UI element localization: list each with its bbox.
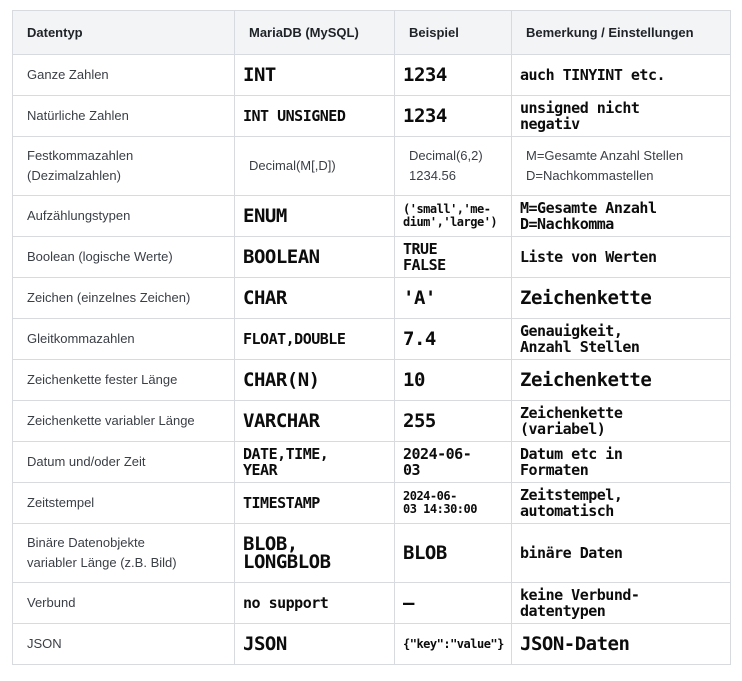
cell-mariadb: CHAR [234,277,395,319]
cell-mariadb: BLOB, LONGBLOB [234,523,395,583]
cell-bemerkung: Datum etc in Formaten [511,441,731,483]
cell-mariadb: DATE,TIME, YEAR [234,441,395,483]
cell-mariadb: JSON [234,623,395,665]
table-row: Festkommazahlen (Dezimalzahlen) Decimal(… [12,136,731,196]
cell-datentyp: Zeichenkette fester Länge [12,359,235,401]
cell-bemerkung: Genauigkeit, Anzahl Stellen [511,318,731,360]
table-row: Zeichenkette variabler Länge VARCHAR 255… [12,400,731,442]
cell-mariadb: BOOLEAN [234,236,395,278]
cell-mariadb: INT UNSIGNED [234,95,395,137]
cell-bemerkung: Zeichenkette [511,359,731,401]
cell-beispiel: 'A' [394,277,512,319]
cell-bemerkung: JSON-Daten [511,623,731,665]
header-mariadb: MariaDB (MySQL) [234,10,395,55]
cell-mariadb: Decimal(M[,D]) [234,136,395,196]
cell-datentyp: Natürliche Zahlen [12,95,235,137]
cell-beispiel: 2024-06- 03 14:30:00 [394,482,512,524]
cell-mariadb: CHAR(N) [234,359,395,401]
cell-datentyp: Binäre Datenobjekte variabler Länge (z.B… [12,523,235,583]
cell-mariadb: FLOAT,DOUBLE [234,318,395,360]
cell-beispiel: Decimal(6,2) 1234.56 [394,136,512,196]
cell-datentyp: Ganze Zahlen [12,54,235,96]
cell-datentyp: Festkommazahlen (Dezimalzahlen) [12,136,235,196]
cell-beispiel: 2024-06- 03 [394,441,512,483]
cell-bemerkung: auch TINYINT etc. [511,54,731,96]
cell-beispiel: BLOB [394,523,512,583]
header-datentyp: Datentyp [12,10,235,55]
table-header: Datentyp MariaDB (MySQL) Beispiel Bemerk… [12,10,731,55]
table-body: Ganze Zahlen INT 1234 auch TINYINT etc. … [12,54,731,665]
table-row: Verbund no support — keine Verbund- date… [12,582,731,624]
table-row: Aufzählungstypen ENUM ('small','me- dium… [12,195,731,237]
table-row: Ganze Zahlen INT 1234 auch TINYINT etc. [12,54,731,96]
cell-bemerkung: keine Verbund- datentypen [511,582,731,624]
cell-bemerkung: M=Gesamte Anzahl D=Nachkomma [511,195,731,237]
table-row: Zeichen (einzelnes Zeichen) CHAR 'A' Zei… [12,277,731,319]
table-row: JSON JSON {"key":"value"} JSON-Daten [12,623,731,665]
cell-beispiel: TRUE FALSE [394,236,512,278]
cell-datentyp: Zeitstempel [12,482,235,524]
cell-bemerkung: Zeichenkette [511,277,731,319]
cell-beispiel: {"key":"value"} [394,623,512,665]
cell-datentyp: Zeichen (einzelnes Zeichen) [12,277,235,319]
cell-bemerkung: Zeitstempel, automatisch [511,482,731,524]
cell-bemerkung: Liste von Werten [511,236,731,278]
cell-datentyp: Zeichenkette variabler Länge [12,400,235,442]
cell-datentyp: Aufzählungstypen [12,195,235,237]
cell-mariadb: no support [234,582,395,624]
cell-beispiel: 10 [394,359,512,401]
cell-datentyp: JSON [12,623,235,665]
cell-beispiel: 255 [394,400,512,442]
table-row: Zeichenkette fester Länge CHAR(N) 10 Zei… [12,359,731,401]
header-bemerkung: Bemerkung / Einstellungen [511,10,731,55]
cell-mariadb: TIMESTAMP [234,482,395,524]
table-row: Binäre Datenobjekte variabler Länge (z.B… [12,523,731,583]
cell-mariadb: INT [234,54,395,96]
cell-beispiel: ('small','me- dium','large') [394,195,512,237]
cell-beispiel: — [394,582,512,624]
cell-bemerkung: Zeichenkette (variabel) [511,400,731,442]
table-row: Datum und/oder Zeit DATE,TIME, YEAR 2024… [12,441,731,483]
cell-beispiel: 1234 [394,54,512,96]
datatype-table: Datentyp MariaDB (MySQL) Beispiel Bemerk… [12,10,731,665]
cell-bemerkung: unsigned nicht negativ [511,95,731,137]
cell-bemerkung: M=Gesamte Anzahl Stellen D=Nachkommastel… [511,136,731,196]
cell-mariadb: ENUM [234,195,395,237]
cell-datentyp: Gleitkommazahlen [12,318,235,360]
cell-datentyp: Datum und/oder Zeit [12,441,235,483]
table-row: Gleitkommazahlen FLOAT,DOUBLE 7.4 Genaui… [12,318,731,360]
header-row: Datentyp MariaDB (MySQL) Beispiel Bemerk… [12,10,731,55]
header-beispiel: Beispiel [394,10,512,55]
cell-mariadb: VARCHAR [234,400,395,442]
table-row: Natürliche Zahlen INT UNSIGNED 1234 unsi… [12,95,731,137]
cell-datentyp: Verbund [12,582,235,624]
cell-beispiel: 7.4 [394,318,512,360]
cell-datentyp: Boolean (logische Werte) [12,236,235,278]
cell-beispiel: 1234 [394,95,512,137]
cell-bemerkung: binäre Daten [511,523,731,583]
table-row: Boolean (logische Werte) BOOLEAN TRUE FA… [12,236,731,278]
table-row: Zeitstempel TIMESTAMP 2024-06- 03 14:30:… [12,482,731,524]
